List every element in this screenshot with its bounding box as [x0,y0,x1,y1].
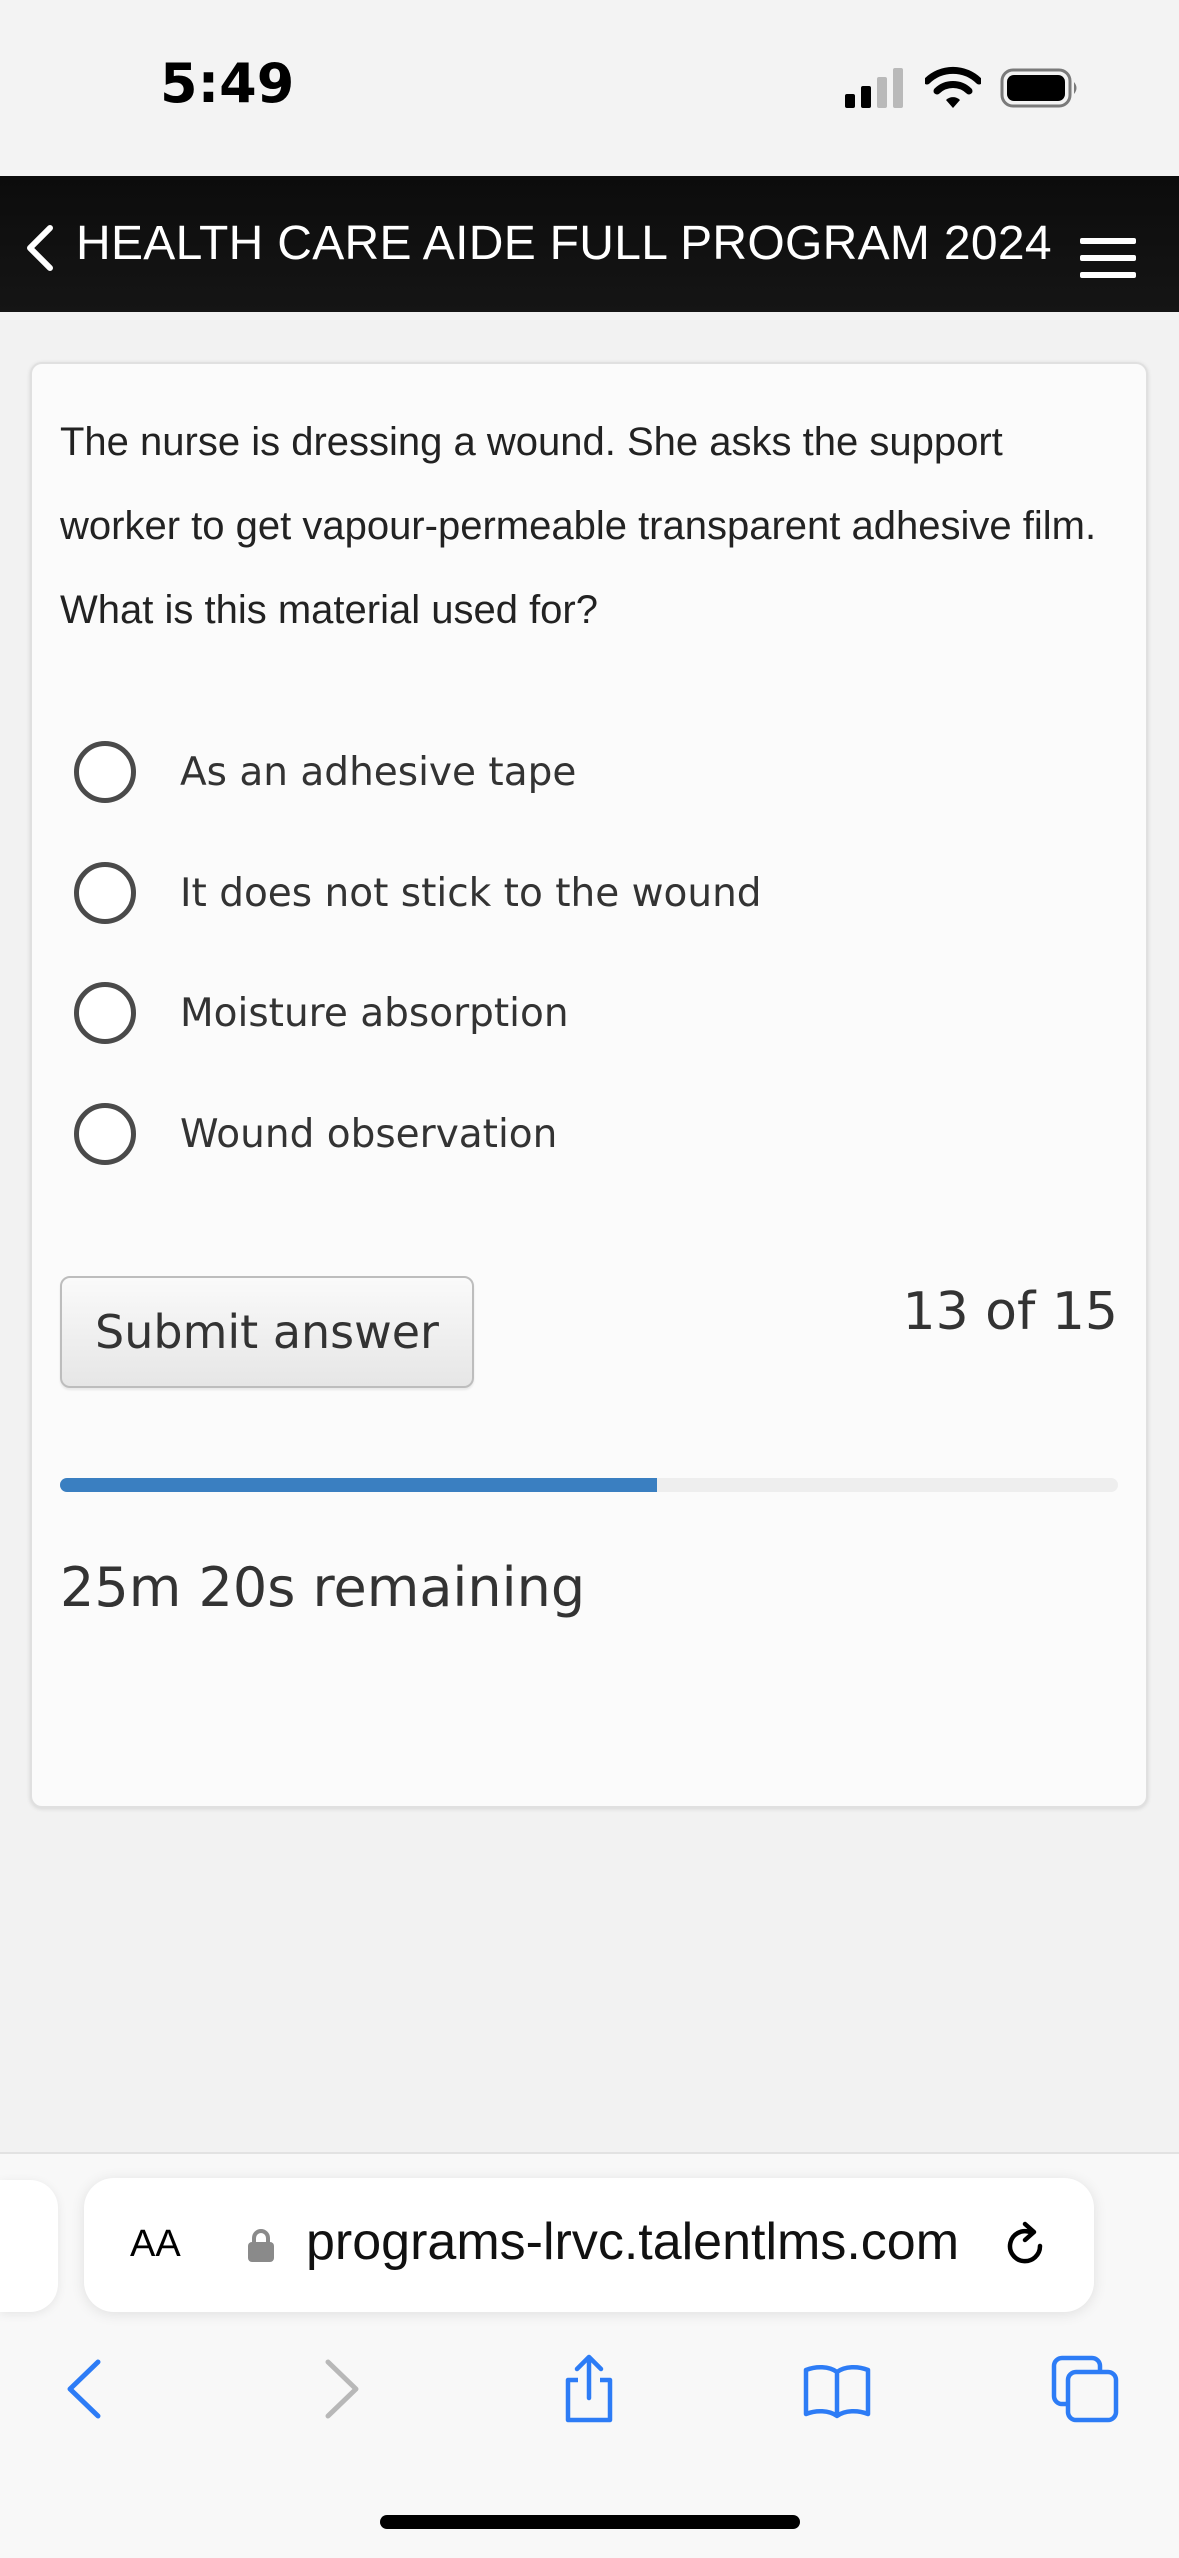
forward-icon[interactable] [306,2354,376,2424]
answer-option-1[interactable]: As an adhesive tape [74,734,576,810]
back-chevron-icon[interactable] [22,222,58,274]
option-label: It does not stick to the wound [180,870,762,916]
radio-button[interactable] [74,982,136,1044]
option-label: Wound observation [180,1111,558,1157]
question-counter: 13 of 15 [902,1282,1118,1342]
home-indicator [380,2515,800,2529]
radio-button[interactable] [74,862,136,924]
menu-icon[interactable] [1080,238,1136,278]
back-icon[interactable] [50,2354,120,2424]
battery-icon [1000,68,1077,108]
option-label: Moisture absorption [180,990,569,1036]
bookmarks-icon[interactable] [802,2354,872,2424]
time-remaining: 25m 20s remaining [60,1556,586,1619]
option-label: As an adhesive tape [180,749,577,795]
answer-option-2[interactable]: It does not stick to the wound [74,855,762,931]
url-text[interactable]: programs-lrvc.talentlms.com [306,2212,959,2272]
radio-button[interactable] [74,741,136,803]
signal-icon [845,68,903,108]
previous-tab-preview[interactable] [0,2180,58,2312]
progress-fill [60,1478,657,1492]
tabs-icon[interactable] [1050,2354,1120,2424]
answer-option-3[interactable]: Moisture absorption [74,975,569,1051]
reader-options-button[interactable]: AA [130,2213,181,2268]
course-title[interactable]: HEALTH CARE AIDE FULL PROGRAM 2024 [76,216,1052,271]
share-icon[interactable] [554,2354,624,2424]
submit-answer-button[interactable]: Submit answer [60,1276,474,1388]
wifi-icon [925,66,981,108]
answer-option-4[interactable]: Wound observation [74,1096,557,1172]
lock-icon [248,2229,274,2262]
radio-button[interactable] [74,1103,136,1165]
status-time: 5:49 [160,52,295,115]
progress-bar [60,1478,1118,1492]
reload-icon[interactable] [1000,2220,1052,2272]
question-text: The nurse is dressing a wound. She asks … [60,420,1097,632]
